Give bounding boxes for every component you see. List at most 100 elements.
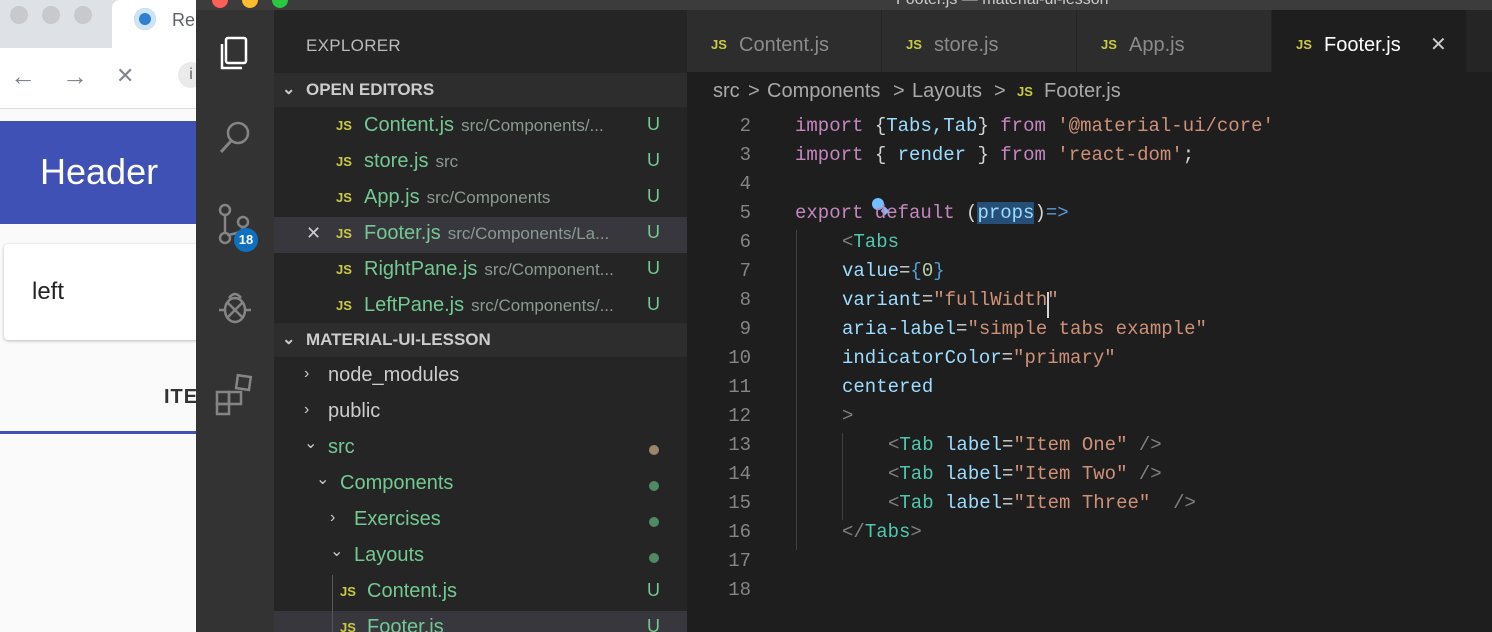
open-editor-item[interactable]: JS LeftPane.js src/Components/... U [274, 289, 687, 325]
git-status: U [647, 150, 660, 170]
search-icon[interactable] [213, 116, 257, 160]
punct: { [863, 115, 887, 137]
zoom-window-dot[interactable] [74, 6, 92, 24]
punct: { [910, 260, 922, 282]
line-number: 2 [739, 115, 751, 137]
line-number: 9 [739, 318, 751, 340]
line-number: 5 [739, 202, 751, 224]
tree-folder[interactable]: › Exercises [274, 503, 687, 539]
close-icon[interactable]: ✕ [1430, 32, 1447, 57]
punct: = [956, 318, 968, 340]
minimize-window-button[interactable] [242, 0, 258, 8]
js-file-icon: JS [336, 226, 352, 241]
breadcrumb-item[interactable]: src [713, 80, 740, 103]
browser-toolbar: ← → ✕ i [0, 48, 200, 109]
code-line-8: variant="fullWidth" [842, 289, 1059, 311]
browser-tab[interactable]: Re [112, 0, 200, 48]
tree-folder[interactable]: › public [274, 395, 687, 431]
line-number: 6 [739, 231, 751, 253]
tree-folder[interactable]: › node_modules [274, 359, 687, 395]
window-title: Footer.js — material-ui-lesson [896, 0, 1109, 9]
tab-content-js[interactable]: JS Content.js [687, 10, 882, 72]
zoom-window-button[interactable] [272, 0, 288, 8]
close-window-button[interactable] [212, 0, 228, 8]
stop-icon[interactable]: ✕ [116, 62, 134, 90]
component: Tab [899, 463, 934, 485]
browser-page: Header left ITE [0, 109, 200, 632]
js-file-icon: JS [336, 190, 352, 205]
keyword: from [1000, 115, 1046, 137]
file-path: src [435, 152, 459, 171]
tree-file[interactable]: JS Content.js U [274, 575, 687, 611]
close-window-dot[interactable] [10, 6, 28, 24]
open-editor-item[interactable]: JS Content.js src/Components/... U [274, 109, 687, 145]
file-path: src/Components/... [461, 116, 604, 135]
file-path: src/Component... [484, 260, 614, 279]
extensions-icon[interactable] [213, 372, 257, 416]
git-status: U [647, 186, 660, 206]
line-number: 7 [739, 260, 751, 282]
js-file-icon: JS [1296, 37, 1312, 52]
open-editors-header[interactable]: ⌄ OPEN EDITORS [274, 73, 687, 107]
tab-app-js[interactable]: JS App.js [1077, 10, 1272, 72]
back-arrow-icon[interactable]: ← [10, 62, 36, 90]
breadcrumb-item[interactable]: Components [767, 80, 880, 103]
punct: ) [1034, 202, 1046, 224]
breadcrumb: src > Components > Layouts > JS Footer.j… [687, 72, 1492, 110]
punct: < [888, 463, 900, 485]
tree-indent-guide [332, 575, 333, 632]
attribute: centered [842, 376, 934, 398]
tab-footer-js[interactable]: JS Footer.js ✕ [1272, 10, 1467, 72]
open-editor-item[interactable]: JS RightPane.js src/Component... U [274, 253, 687, 289]
open-editor-name: RightPane.js src/Component... [364, 258, 614, 281]
git-status: U [647, 580, 660, 600]
line-number: 12 [728, 405, 751, 427]
close-icon[interactable]: ✕ [306, 223, 321, 244]
tree-folder[interactable]: ⌄ Layouts [274, 539, 687, 575]
tab-indicator [0, 431, 200, 434]
open-editor-name: Content.js src/Components/... [364, 114, 604, 137]
code-line-3: import { render } from 'react-dom'; [795, 144, 1194, 166]
footer-tab-item[interactable]: ITE [164, 386, 198, 409]
file-path: src/Components/La... [447, 224, 610, 243]
keyword: export [795, 202, 864, 224]
chevron-right-icon: › [304, 401, 310, 418]
punct: ( [966, 202, 978, 224]
line-number: 17 [728, 550, 751, 572]
string: 'react-dom' [1057, 144, 1183, 166]
tab-store-js[interactable]: JS store.js [882, 10, 1077, 72]
breadcrumb-separator: > [893, 80, 905, 102]
code-line-2: import {Tabs,Tab} from '@material-ui/cor… [795, 115, 1274, 137]
chevron-down-icon: ⌄ [304, 435, 318, 452]
project-header[interactable]: ⌄ MATERIAL-UI-LESSON [274, 323, 687, 357]
attribute: label [933, 434, 1003, 456]
open-editor-item-active[interactable]: ✕ JS Footer.js src/Components/La... U [274, 217, 687, 253]
open-editor-item[interactable]: JS store.js src U [274, 145, 687, 181]
js-file-icon: JS [336, 298, 352, 313]
forward-arrow-icon[interactable]: → [62, 62, 88, 90]
left-pane-label: left [32, 278, 65, 305]
string: "primary" [1013, 347, 1116, 369]
code-line-12: > [842, 405, 853, 427]
line-number: 13 [728, 434, 751, 456]
open-editor-item[interactable]: JS App.js src/Components U [274, 181, 687, 217]
tree-file-active[interactable]: JS Footer.js U [274, 611, 687, 632]
code-editor[interactable]: 2 3 4 5 6 7 8 9 10 11 12 13 14 15 16 17 … [687, 110, 1492, 632]
js-file-icon: JS [340, 584, 356, 599]
debug-icon[interactable] [213, 286, 257, 330]
punct: = [899, 260, 911, 282]
punct: < [842, 231, 854, 253]
tree-folder[interactable]: ⌄ src [274, 431, 687, 467]
tree-folder[interactable]: ⌄ Components [274, 467, 687, 503]
js-file-icon: JS [336, 262, 352, 277]
arrow: => [1045, 202, 1069, 224]
string: "fullWidth" [933, 289, 1059, 311]
breadcrumb-item[interactable]: Footer.js [1044, 80, 1121, 103]
minimize-window-dot[interactable] [42, 6, 60, 24]
breadcrumb-item[interactable]: Layouts [912, 80, 982, 103]
file-name: store.js [364, 150, 429, 172]
component: Tab [899, 492, 934, 514]
browser-tab-title: Re [172, 10, 196, 30]
explorer-files-icon[interactable] [213, 32, 257, 76]
punct: = [1001, 347, 1014, 369]
